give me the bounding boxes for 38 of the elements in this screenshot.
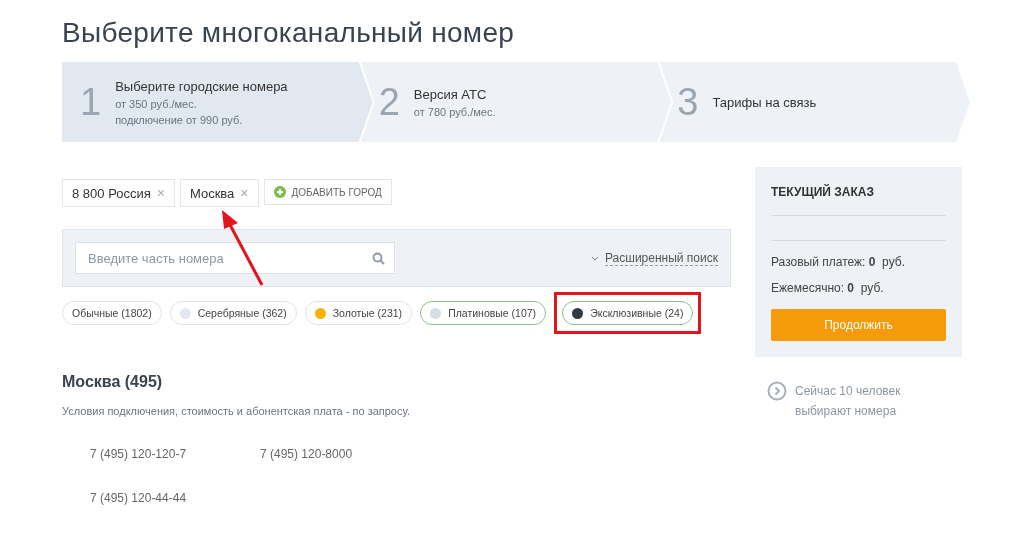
category-filter[interactable]: Эксклюзивные (24)	[562, 301, 694, 325]
search-icon	[372, 252, 385, 265]
step-tab[interactable]: 1 Выберите городские номера от 350 руб./мес. подключение от 990 руб.	[62, 62, 373, 142]
category-filter[interactable]: Обычные (1802)	[62, 301, 162, 325]
phone-number[interactable]: 7 (495) 120-8000	[260, 447, 430, 461]
step-detail: от 780 руб./мес.	[413, 105, 496, 118]
step-tab[interactable]: 2 Версия АТС от 780 руб./мес.	[360, 62, 672, 142]
city-chip[interactable]: 8 800 Россия ×	[62, 179, 175, 207]
step-number: 1	[80, 80, 102, 124]
category-filter[interactable]: Серебряные (362)	[169, 301, 297, 325]
region-heading: Москва (495)	[62, 373, 164, 391]
search-field[interactable]: Введите часть номера	[75, 242, 395, 274]
order-line: Ежемесячно: 0 руб.	[771, 281, 885, 295]
advanced-search-link[interactable]: Расширенный поиск	[605, 250, 718, 266]
step-number: 3	[677, 80, 699, 124]
city-label: 8 800 Россия	[72, 185, 151, 201]
step-detail: от 350 руб./мес.	[115, 97, 198, 110]
step-detail: подключение от 990 руб.	[115, 113, 244, 126]
play-circle-icon	[767, 381, 787, 401]
phone-number[interactable]: 7 (495) 120-44-44	[90, 491, 260, 505]
category-filter[interactable]: Золотые (231)	[304, 301, 413, 325]
step-number: 2	[378, 80, 400, 124]
chevron-icon	[591, 255, 599, 261]
city-label: Москва	[189, 185, 235, 201]
page-title: Выберите многоканальный номер	[62, 17, 515, 49]
order-line: Разовый платеж: 0 руб.	[771, 255, 906, 269]
step-title: Тарифы на связь	[712, 94, 817, 110]
step-title: Выберите городские номера	[115, 78, 288, 94]
phone-number[interactable]: 7 (495) 120-120-7	[90, 447, 260, 461]
step-tab[interactable]: 3 Тарифы на связь	[659, 62, 970, 142]
city-chip[interactable]: Москва ×	[179, 179, 259, 207]
add-city-button[interactable]: ДОБАВИТЬ ГОРОД	[263, 179, 392, 205]
order-title: ТЕКУЩИЙ ЗАКАЗ	[771, 185, 946, 216]
plus-icon	[273, 186, 286, 198]
activity-text: Сейчас 10 человек выбирают номера	[795, 383, 902, 420]
step-title: Версия АТС	[413, 86, 488, 102]
category-filter[interactable]: Платиновые (107)	[420, 301, 547, 325]
region-note: Условия подключения, стоимость и абонентская плата - по запросу.	[62, 405, 411, 417]
